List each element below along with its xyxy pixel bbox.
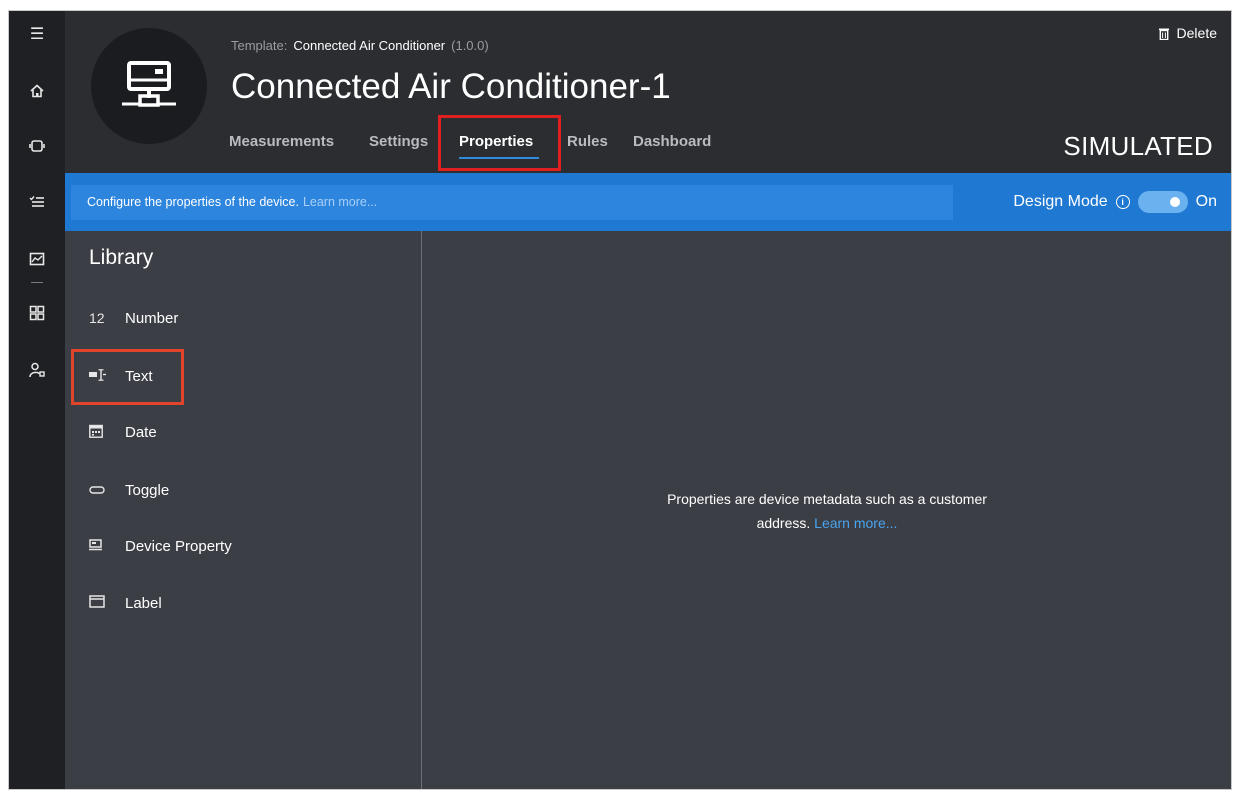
tab-settings[interactable]: Settings — [369, 133, 428, 150]
library-item-label: Device Property — [125, 537, 232, 555]
hamburger-menu-icon[interactable]: ☰ — [9, 19, 65, 49]
template-label: Template: — [231, 38, 288, 53]
design-mode-control: Design Mode i On — [1013, 191, 1217, 213]
tab-dashboard[interactable]: Dashboard — [633, 133, 711, 150]
design-mode-label: Design Mode — [1013, 193, 1108, 210]
tab-measurements[interactable]: Measurements — [229, 133, 334, 150]
info-icon[interactable]: i — [1115, 195, 1130, 209]
library-item-number[interactable]: 12 Number — [89, 306, 178, 330]
template-version: (1.0.0) — [451, 38, 489, 53]
library-item-toggle[interactable]: Toggle — [89, 478, 169, 502]
delete-label: Delete — [1176, 25, 1217, 41]
device-title: Connected Air Conditioner-1 — [231, 67, 671, 106]
empty-state-line2: address. Learn more... — [423, 511, 1231, 535]
empty-state-learn-more-link[interactable]: Learn more... — [814, 515, 897, 531]
simulated-status: SIMULATED — [1063, 131, 1213, 161]
library-item-label[interactable]: Label — [89, 591, 162, 615]
trash-icon — [1158, 28, 1169, 40]
tab-rules[interactable]: Rules — [567, 133, 608, 150]
text-item-highlight-box — [71, 349, 184, 405]
label-icon — [89, 595, 125, 611]
banner-text: Configure the properties of the device. — [87, 195, 299, 209]
info-banner: Configure the properties of the device. L… — [65, 173, 1231, 231]
properties-tab-highlight-box — [438, 115, 561, 171]
library-item-label-text: Label — [125, 594, 162, 612]
administration-icon[interactable] — [9, 355, 65, 385]
home-icon[interactable] — [9, 76, 65, 106]
template-info: Template: Connected Air Conditioner (1.0.0… — [231, 38, 489, 53]
library-item-label: Number — [125, 309, 179, 327]
rail-divider — [31, 282, 43, 283]
analytics-icon[interactable] — [9, 244, 65, 274]
library-panel: Library 12 Number Text Date Toggle Devic… — [65, 231, 422, 789]
properties-canvas: Properties are device metadata such as a… — [423, 231, 1231, 789]
library-item-device-property[interactable]: Device Property — [89, 534, 232, 558]
left-nav-rail: ☰ — [9, 11, 65, 789]
empty-state-address: address. — [756, 515, 811, 531]
devices-icon[interactable] — [9, 131, 65, 161]
banner-learn-more-link[interactable]: Learn more... — [303, 195, 377, 209]
toggle-knob — [1169, 197, 1180, 207]
number-icon: 12 — [89, 310, 105, 326]
library-item-date[interactable]: Date — [89, 420, 157, 444]
toggle-state-label: On — [1195, 193, 1217, 210]
template-name[interactable]: Connected Air Conditioner — [293, 38, 445, 53]
library-title: Library — [89, 246, 154, 269]
library-item-label: Toggle — [125, 481, 170, 499]
dashboards-icon[interactable] — [9, 298, 65, 328]
banner-message: Configure the properties of the device. L… — [71, 185, 953, 220]
toggle-icon — [89, 482, 125, 498]
library-item-label: Date — [125, 423, 157, 441]
empty-state-line1: Properties are device metadata such as a… — [667, 491, 987, 507]
device-monitor-icon — [122, 61, 176, 107]
rules-icon[interactable] — [9, 187, 65, 217]
delete-button[interactable]: Delete — [1158, 25, 1217, 41]
device-avatar — [91, 28, 207, 144]
app-window: ☰ Template: Connected Air Conditioner (1… — [8, 10, 1232, 790]
calendar-icon — [89, 424, 125, 441]
design-mode-toggle[interactable] — [1137, 191, 1188, 213]
device-header: Template: Connected Air Conditioner (1.0.0… — [65, 11, 1231, 173]
empty-state-message: Properties are device metadata such as a… — [423, 487, 1231, 535]
device-property-icon — [89, 538, 125, 554]
